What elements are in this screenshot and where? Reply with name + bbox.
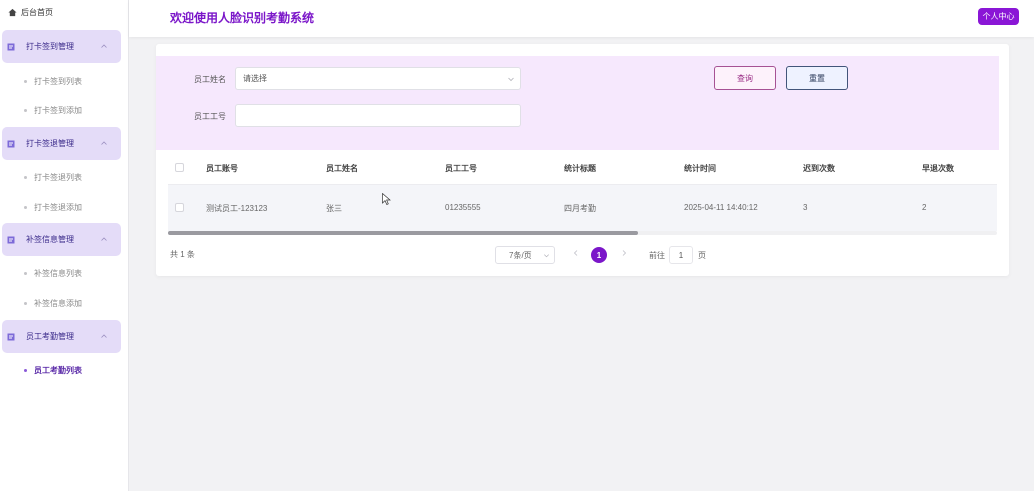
pagination-total: 共 1 条 (170, 250, 195, 259)
table-cell: 01235555 (445, 203, 481, 212)
chevron-right-icon[interactable] (620, 249, 628, 257)
table-cell: 2 (922, 203, 927, 212)
chevron-up-icon (101, 44, 107, 48)
chevron-left-icon[interactable] (572, 249, 580, 257)
query-button[interactable]: 查询 (714, 66, 776, 90)
sidebar-item-label: 打卡签退添加 (34, 202, 82, 212)
bullet-dot (24, 368, 27, 372)
column-header: 统计标题 (564, 164, 596, 173)
sidebar-group-label: 打卡签到管理 (26, 42, 74, 51)
document-icon (7, 333, 15, 340)
sidebar-group-label: 补签信息管理 (26, 235, 74, 244)
goto-unit: 页 (698, 251, 706, 260)
table-cell: 2025-04-11 14:40:12 (684, 203, 758, 212)
bullet-dot (24, 79, 27, 83)
sidebar-home[interactable]: 后台首页 (8, 6, 53, 18)
home-icon (8, 8, 17, 16)
sidebar-item-label: 员工考勤列表 (34, 365, 82, 375)
scrollbar-thumb[interactable] (168, 231, 638, 235)
chevron-up-icon (101, 141, 107, 145)
sidebar-group-checkout[interactable]: 打卡签退管理 (2, 127, 121, 160)
column-header: 员工工号 (445, 164, 477, 173)
column-header: 员工账号 (206, 164, 238, 173)
top-header: 欢迎使用人脸识别考勤系统 个人中心 (129, 0, 1034, 37)
content-card: 员工姓名 请选择 员工工号 查询 重置 员工账号 员工姓名 员工工号 统计标题 … (156, 44, 1009, 276)
document-icon (7, 236, 15, 243)
chevron-up-icon (101, 237, 107, 241)
employee-id-input[interactable] (235, 104, 521, 127)
select-all-checkbox[interactable] (175, 163, 184, 172)
chevron-down-icon (544, 254, 549, 258)
attendance-table: 员工账号 员工姓名 员工工号 统计标题 统计时间 迟到次数 早退次数 测试员工-… (168, 150, 997, 235)
sidebar: 后台首页 打卡签到管理 打卡签到列表 打卡签到添加 打卡签退管理 打卡签退列表 … (0, 0, 129, 491)
document-icon (7, 140, 15, 147)
select-placeholder: 请选择 (243, 74, 267, 83)
column-header: 迟到次数 (803, 164, 835, 173)
sidebar-item-makeup-add[interactable]: 补签信息添加 (24, 297, 82, 309)
bullet-dot (24, 301, 27, 305)
column-header: 统计时间 (684, 164, 716, 173)
sidebar-item-makeup-list[interactable]: 补签信息列表 (24, 267, 82, 279)
bullet-dot (24, 205, 27, 209)
sidebar-item-checkin-list[interactable]: 打卡签到列表 (24, 75, 82, 87)
sidebar-item-label: 补签信息列表 (34, 268, 82, 278)
row-checkbox[interactable] (175, 203, 184, 212)
sidebar-group-checkin[interactable]: 打卡签到管理 (2, 30, 121, 63)
column-header: 早退次数 (922, 164, 954, 173)
table-header: 员工账号 员工姓名 员工工号 统计标题 统计时间 迟到次数 早退次数 (168, 150, 997, 185)
chevron-up-icon (101, 334, 107, 338)
bullet-dot (24, 108, 27, 112)
column-header: 员工姓名 (326, 164, 358, 173)
mouse-cursor-icon (382, 193, 391, 205)
bullet-dot (24, 271, 27, 275)
employee-name-label: 员工姓名 (194, 75, 226, 84)
document-icon (7, 43, 15, 50)
sidebar-item-checkout-add[interactable]: 打卡签退添加 (24, 201, 82, 213)
employee-name-select[interactable]: 请选择 (235, 67, 521, 90)
bullet-dot (24, 175, 27, 179)
page-size-select[interactable]: 7条/页 (495, 246, 555, 264)
chevron-down-icon (508, 77, 514, 82)
personal-center-button[interactable]: 个人中心 (978, 8, 1019, 25)
sidebar-item-attendance-list[interactable]: 员工考勤列表 (24, 364, 82, 376)
sidebar-item-label: 打卡签退列表 (34, 172, 82, 182)
horizontal-scrollbar[interactable] (168, 231, 997, 235)
sidebar-item-label: 补签信息添加 (34, 298, 82, 308)
reset-button[interactable]: 重置 (786, 66, 848, 90)
page-title: 欢迎使用人脸识别考勤系统 (170, 11, 315, 25)
sidebar-group-label: 员工考勤管理 (26, 332, 74, 341)
employee-id-label: 员工工号 (194, 112, 226, 121)
table-cell: 测试员工-123123 (206, 204, 268, 213)
goto-page-input[interactable] (669, 246, 693, 264)
goto-label: 前往 (649, 251, 665, 260)
sidebar-item-checkout-list[interactable]: 打卡签退列表 (24, 171, 82, 183)
table-cell: 四月考勤 (564, 204, 596, 213)
table-row[interactable]: 测试员工-123123 张三 01235555 四月考勤 2025-04-11 … (168, 185, 997, 231)
sidebar-group-attendance[interactable]: 员工考勤管理 (2, 320, 121, 353)
current-page-button[interactable]: 1 (591, 247, 607, 263)
sidebar-item-label: 打卡签到列表 (34, 76, 82, 86)
table-cell: 张三 (326, 204, 342, 213)
filter-panel: 员工姓名 请选择 员工工号 查询 重置 (156, 56, 999, 150)
sidebar-group-makeup[interactable]: 补签信息管理 (2, 223, 121, 256)
table-cell: 3 (803, 203, 808, 212)
page-size-value: 7条/页 (509, 250, 532, 260)
sidebar-item-checkin-add[interactable]: 打卡签到添加 (24, 104, 82, 116)
sidebar-home-label: 后台首页 (21, 7, 53, 17)
sidebar-item-label: 打卡签到添加 (34, 105, 82, 115)
sidebar-group-label: 打卡签退管理 (26, 139, 74, 148)
